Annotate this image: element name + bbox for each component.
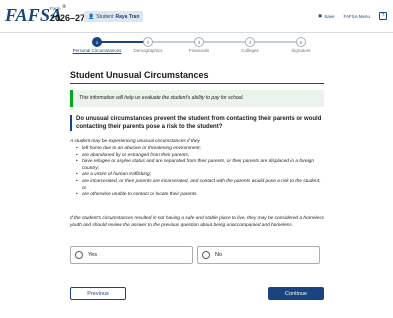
option-no-label: No: [215, 252, 223, 258]
step-5-dot: 5: [296, 37, 306, 47]
student-badge: 👤 Student Raya Tran: [84, 11, 144, 22]
step-3-dot: 3: [194, 37, 204, 47]
menu-label: FAFSA Menu: [343, 13, 370, 19]
top-header: FAFSA® Form 2026–27 👤 Student Raya Tran …: [0, 0, 393, 33]
conditions-intro: A student may be experiencing unusual ci…: [70, 139, 200, 144]
option-yes[interactable]: Yes: [70, 246, 193, 264]
title-divider: [70, 83, 324, 84]
radio-no[interactable]: [202, 251, 210, 259]
homeless-note: If the student's circumstances resulted …: [70, 216, 324, 228]
conditions-list: left home due to an abusive or threateni…: [76, 146, 322, 199]
list-item: are otherwise unable to contact or locat…: [76, 192, 322, 199]
step-1-label[interactable]: Personal Circumstances: [73, 48, 122, 53]
form-label: Form: [50, 6, 61, 11]
step-4-dot: 4: [245, 37, 255, 47]
list-item: are incarcerated, or their parents are i…: [76, 179, 322, 192]
save-button[interactable]: ▣ Save: [318, 13, 335, 19]
question-text: Do unusual circumstances prevent the stu…: [70, 115, 324, 131]
list-item: left home due to an abusive or threateni…: [76, 146, 322, 153]
step-2-dot: 2: [143, 37, 153, 47]
help-button[interactable]: ?: [379, 12, 387, 20]
person-icon: 👤: [88, 13, 95, 20]
previous-button[interactable]: Previous: [70, 287, 126, 300]
student-prefix: Student: [96, 13, 114, 20]
list-item: are a victim of human trafficking;: [76, 172, 322, 179]
option-no[interactable]: No: [197, 246, 320, 264]
form-year: 2026–27: [50, 13, 86, 23]
help-icon: ?: [381, 13, 385, 19]
step-2-label: Demographics: [133, 48, 163, 53]
save-label: Save: [324, 13, 335, 19]
option-yes-label: Yes: [88, 252, 97, 258]
list-item: have refugee or asylee status and are se…: [76, 159, 322, 172]
step-4-label: Colleges: [241, 48, 259, 53]
page-title: Student Unusual Circumstances: [70, 70, 209, 80]
main-card: 1 Personal Circumstances 2 Demographics …: [0, 33, 393, 318]
save-icon: ▣: [317, 13, 323, 18]
fafsa-menu-button[interactable]: FAFSA Menu: [343, 14, 370, 19]
continue-button[interactable]: Continue: [268, 287, 324, 300]
step-connector: [152, 41, 302, 43]
step-1-dot: 1: [92, 37, 102, 47]
radio-yes[interactable]: [75, 251, 83, 259]
progress-steps: 1 Personal Circumstances 2 Demographics …: [70, 36, 325, 56]
step-3-label: Financials: [188, 48, 210, 53]
info-alert: This information will help us evaluate t…: [70, 90, 324, 107]
student-name: Raya Tran: [115, 13, 140, 20]
step-5-label: Signature: [291, 48, 311, 53]
